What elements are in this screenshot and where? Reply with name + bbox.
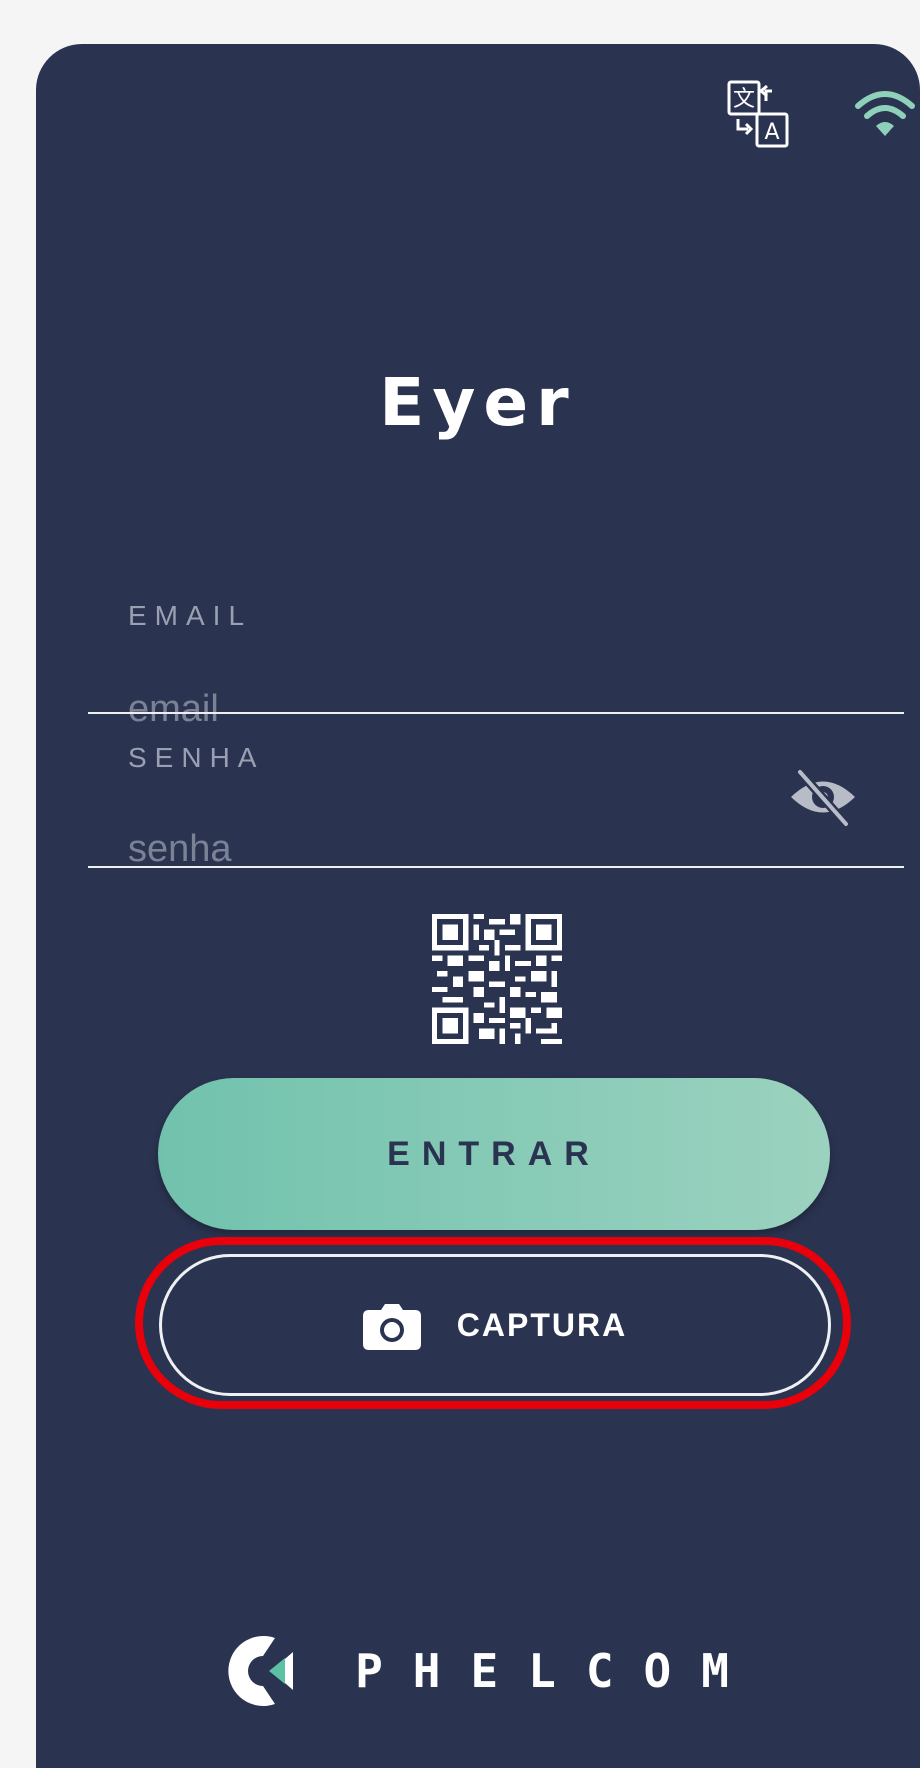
brand-name: PHELCOM (355, 1644, 759, 1698)
capture-button-label: CAPTURA (456, 1306, 628, 1343)
translate-icon[interactable]: 文 A (726, 79, 790, 149)
password-underline (88, 866, 904, 868)
camera-icon (362, 1304, 421, 1350)
phelcom-logo (228, 1636, 294, 1706)
wifi-icon (855, 91, 915, 136)
email-underline (88, 712, 904, 714)
login-screen: 文 A Eyer EMAIL SENHA (36, 44, 920, 1768)
brand-footer: PHELCOM (36, 1634, 920, 1708)
capture-button[interactable]: CAPTURA (159, 1254, 831, 1396)
qr-code-icon[interactable] (432, 914, 562, 1044)
eye-off-icon[interactable] (788, 766, 858, 828)
enter-button[interactable]: ENTRAR (158, 1078, 830, 1230)
app-title: Eyer (379, 364, 577, 441)
email-field[interactable] (128, 684, 768, 734)
password-label: SENHA (128, 742, 265, 773)
svg-text:文: 文 (733, 87, 755, 112)
email-label: EMAIL (128, 600, 253, 631)
svg-text:A: A (764, 120, 779, 145)
